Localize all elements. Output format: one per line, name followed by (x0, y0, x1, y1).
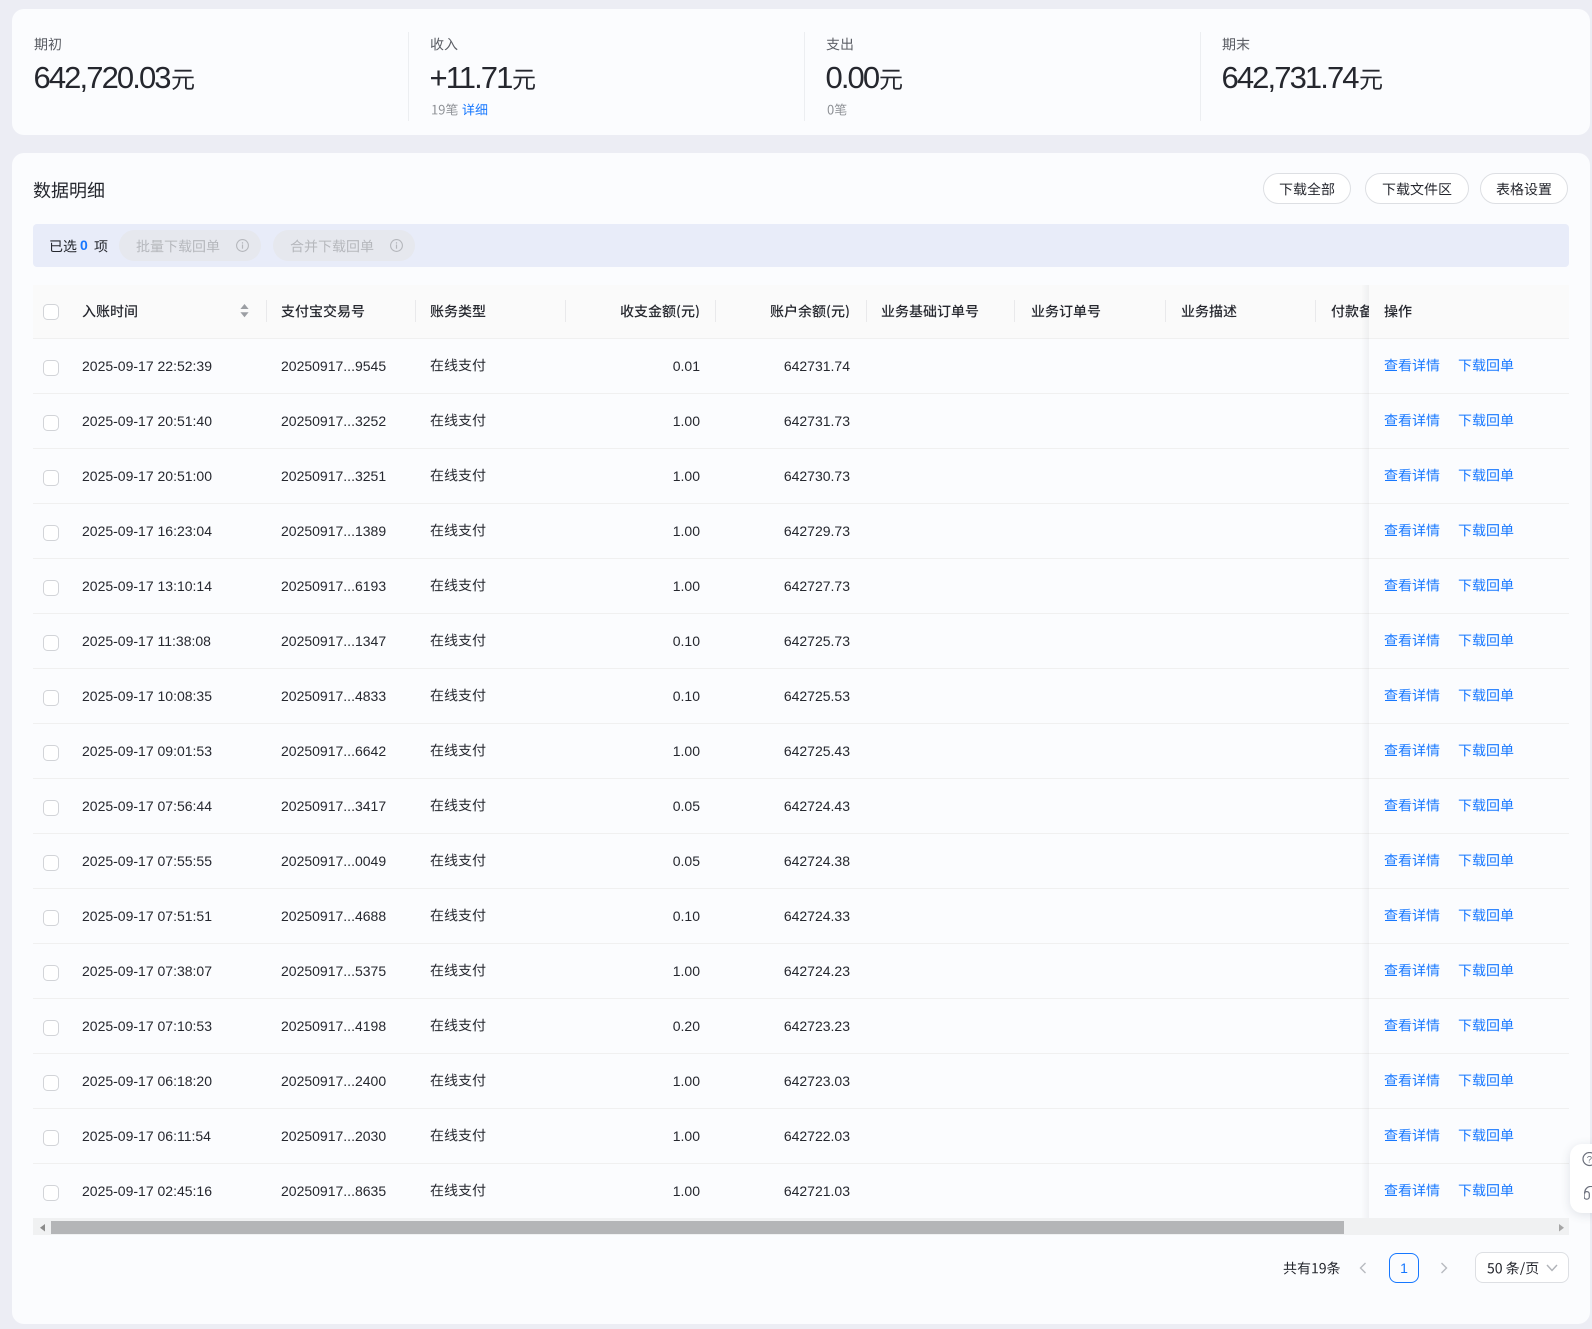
svg-text:?: ? (1587, 1154, 1592, 1165)
